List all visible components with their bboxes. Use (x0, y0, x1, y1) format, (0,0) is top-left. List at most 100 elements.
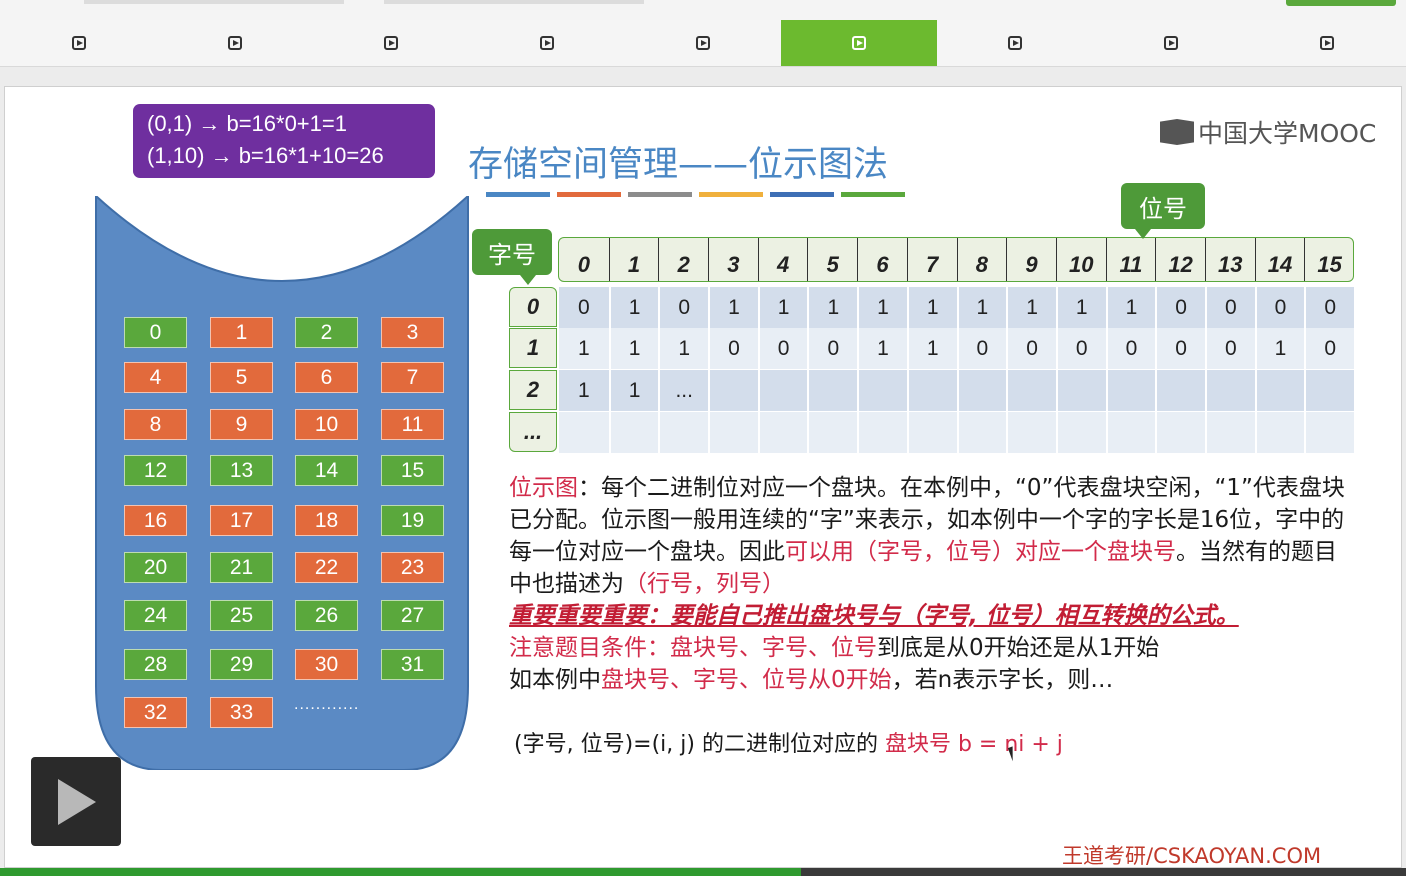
segment-tab-2[interactable] (157, 20, 313, 66)
segment-tab-9[interactable] (1249, 20, 1405, 66)
bitmap-cell (658, 412, 708, 453)
bitmap-cell (1006, 370, 1056, 411)
word-number-cell: 2 (509, 370, 557, 410)
bitmap-row: 0101111111110000 (559, 287, 1354, 328)
disk-block: 13 (210, 455, 273, 486)
bitmap-cell: 1 (1254, 328, 1305, 369)
video-progress-bar[interactable] (0, 868, 1406, 876)
disk-block: 12 (124, 455, 187, 486)
bitmap-cell (608, 412, 659, 453)
bitmap-cell: 1 (578, 378, 590, 402)
disk-block: 10 (295, 409, 358, 440)
disk-block: 18 (295, 505, 358, 536)
segment-tab-1[interactable] (1, 20, 157, 66)
disk-block: 32 (124, 697, 187, 728)
segment-tab-4[interactable] (469, 20, 625, 66)
slide-title: 存储空间管理——位示图法 (468, 145, 889, 185)
segment-tab-8[interactable] (1093, 20, 1249, 66)
segment-tab-5[interactable] (625, 20, 781, 66)
disk-block: 20 (124, 552, 187, 583)
top-strip-segment (384, 0, 644, 4)
bitmap-cell: 1 (757, 287, 808, 328)
disk-block: 4 (124, 362, 187, 393)
bitmap-cell (956, 412, 1007, 453)
disk-block: 1 (210, 317, 273, 348)
disk-block: 33 (210, 697, 273, 728)
disk-more-ellipsis: ............ (294, 696, 360, 713)
bitmap-cell: 0 (1254, 287, 1305, 328)
bit-header-cell: 0 (577, 252, 590, 277)
bitmap-cell: 1 (578, 336, 590, 360)
bitmap-cell (757, 370, 808, 411)
bitmap-cell (1006, 412, 1056, 453)
formula-left: (字号, 位号)=(i, j) 的二进制位对应的 (514, 732, 885, 757)
bitmap-cell (1304, 370, 1354, 411)
bitmap-cell (807, 370, 857, 411)
disk-block: 19 (381, 505, 444, 536)
bitmap-cell (956, 370, 1007, 411)
key-point-word-bit: 可以用（字号，位号）对应一个盘块号 (785, 539, 1176, 565)
play-square-icon (540, 36, 554, 50)
example-note-1: 如本例中 (509, 667, 601, 693)
bitmap-row (559, 412, 1354, 453)
bitmap-cell: 0 (807, 328, 857, 369)
example-note-red: 盘块号、字号、位号从0开始 (601, 667, 892, 693)
disk-block: 23 (381, 552, 444, 583)
title-color-bar (628, 192, 692, 197)
bitmap-row: 1110001100000010 (559, 328, 1354, 369)
bitmap-row: 1 1... (559, 370, 1354, 411)
word-number-cell: 1 (509, 328, 557, 368)
segment-tab-3[interactable] (313, 20, 469, 66)
disk-block: 15 (381, 455, 444, 486)
bitmap-cell: 0 (1155, 287, 1205, 328)
disk-block: 29 (210, 649, 273, 680)
block-number-formula: (字号, 位号)=(i, j) 的二进制位对应的 盘块号 b = ni + j (514, 726, 1063, 758)
play-square-icon (228, 36, 242, 50)
bit-header-cell: 10 (1055, 238, 1106, 281)
title-color-bar (770, 192, 834, 197)
play-square-icon (1320, 36, 1334, 50)
bit-number-callout: 位号 (1121, 183, 1205, 239)
bitmap-cell: ... (658, 370, 708, 411)
bitmap-cell (1204, 370, 1255, 411)
disk-block: 6 (295, 362, 358, 393)
bitmap-cell: 1 (906, 328, 957, 369)
bitmap-cell (757, 412, 808, 453)
segment-tab-7[interactable] (937, 20, 1093, 66)
bit-header-cell: 2 (658, 238, 708, 281)
bitmap-cell: 0 (1105, 328, 1156, 369)
disk-block: 8 (124, 409, 187, 440)
example-formula-line-2: (1,10) → b=16*1+10=26 (147, 143, 384, 168)
bitmap-cell (559, 412, 609, 453)
play-button[interactable] (31, 757, 121, 846)
bit-header-cell: 4 (757, 238, 808, 281)
title-color-bar (486, 192, 550, 197)
footer-watermark: 王道考研/CSKAOYAN.COM (1062, 844, 1322, 868)
disk-block: 0 (124, 317, 187, 348)
term-bitmap: 位示图 (509, 475, 578, 501)
bitmap-cell (1254, 370, 1305, 411)
example-formula-line-1: (0,1) → b=16*0+1=1 (147, 111, 347, 136)
bit-header-cell: 15 (1304, 238, 1354, 281)
bitmap-cell: 1 (1055, 287, 1106, 328)
bitmap-cell (1155, 412, 1205, 453)
bitmap-cell: 0 (1304, 328, 1354, 369)
segment-tab-6[interactable] (781, 20, 937, 66)
bitmap-cell (708, 370, 758, 411)
bitmap-cell: 0 (658, 287, 708, 328)
mooc-logo: 中国大学MOOC (1160, 114, 1376, 150)
bitmap-cell: 1 (956, 287, 1007, 328)
bitmap-cell (1254, 412, 1305, 453)
play-square-icon (852, 36, 866, 50)
bitmap-cell (857, 412, 907, 453)
bitmap-cell (1055, 412, 1106, 453)
bitmap-cell (708, 412, 758, 453)
bit-header-cell: 12 (1155, 238, 1205, 281)
play-square-icon (72, 36, 86, 50)
bitmap-cell: 1 (1006, 287, 1056, 328)
disk-block: 31 (381, 649, 444, 680)
play-square-icon (1008, 36, 1022, 50)
bit-header-cell: 7 (906, 238, 957, 281)
key-point-row-col: （行号，列号） (624, 571, 785, 597)
bitmap-cell: 1 (608, 328, 659, 369)
